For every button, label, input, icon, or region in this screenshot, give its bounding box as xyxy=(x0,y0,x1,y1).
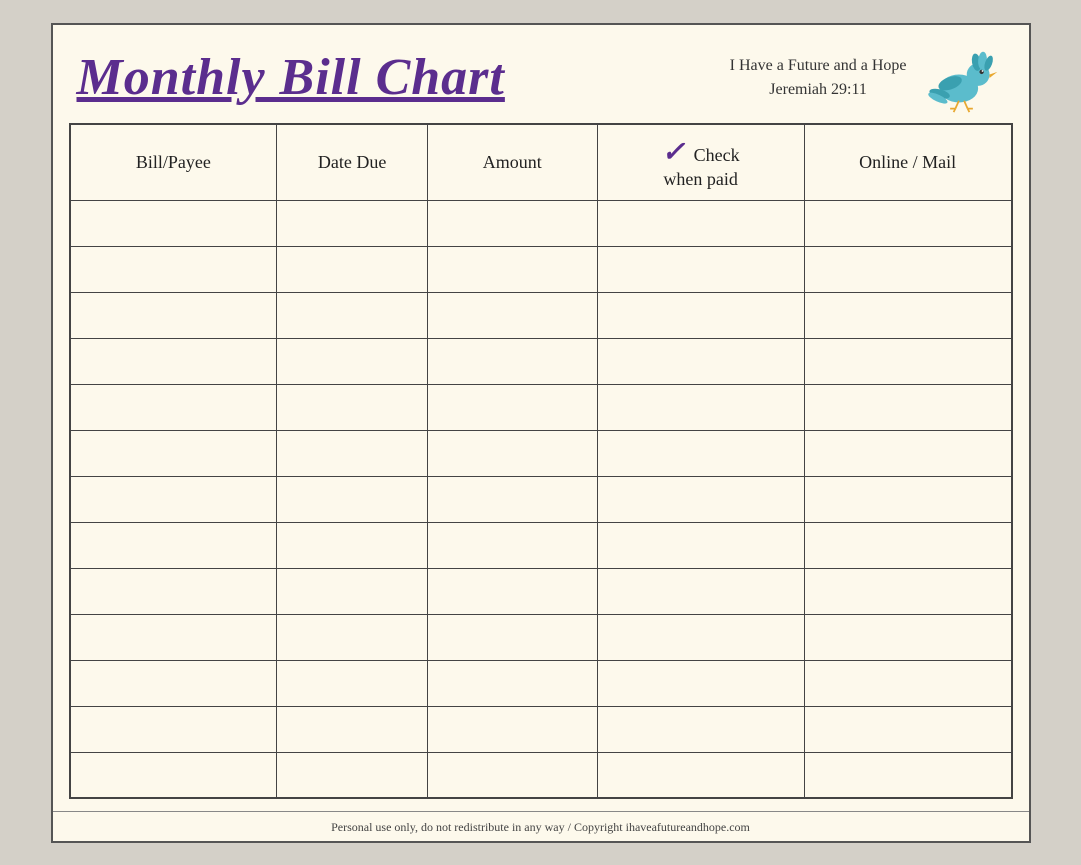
table-cell[interactable] xyxy=(597,384,804,430)
table-cell[interactable] xyxy=(427,706,597,752)
col-header-amount: Amount xyxy=(427,124,597,201)
table-cell[interactable] xyxy=(804,614,1011,660)
table-cell[interactable] xyxy=(427,660,597,706)
table-cell[interactable] xyxy=(427,246,597,292)
col-header-online: Online / Mail xyxy=(804,124,1011,201)
table-row xyxy=(70,706,1012,752)
table-cell[interactable] xyxy=(427,292,597,338)
table-cell[interactable] xyxy=(597,292,804,338)
table-cell[interactable] xyxy=(804,246,1011,292)
table-cell[interactable] xyxy=(427,200,597,246)
table-cell[interactable] xyxy=(804,430,1011,476)
table-row xyxy=(70,384,1012,430)
table-row xyxy=(70,292,1012,338)
table-cell[interactable] xyxy=(804,384,1011,430)
table-row xyxy=(70,246,1012,292)
table-cell[interactable] xyxy=(70,384,277,430)
table-cell[interactable] xyxy=(70,200,277,246)
table-cell[interactable] xyxy=(70,660,277,706)
table-cell[interactable] xyxy=(277,200,428,246)
table-cell[interactable] xyxy=(277,706,428,752)
table-cell[interactable] xyxy=(277,246,428,292)
table-cell[interactable] xyxy=(427,568,597,614)
table-cell[interactable] xyxy=(804,292,1011,338)
table-cell[interactable] xyxy=(427,338,597,384)
check-mark-icon: ✓ xyxy=(662,137,685,168)
table-cell[interactable] xyxy=(804,338,1011,384)
table-cell[interactable] xyxy=(70,752,277,798)
table-cell[interactable] xyxy=(277,338,428,384)
table-cell[interactable] xyxy=(277,614,428,660)
table-cell[interactable] xyxy=(277,568,428,614)
table-cell[interactable] xyxy=(597,430,804,476)
table-row xyxy=(70,522,1012,568)
table-cell[interactable] xyxy=(427,430,597,476)
col-header-check: ✓ Checkwhen paid xyxy=(597,124,804,201)
table-cell[interactable] xyxy=(597,614,804,660)
table-cell[interactable] xyxy=(70,246,277,292)
table-cell[interactable] xyxy=(804,200,1011,246)
table-row xyxy=(70,476,1012,522)
table-row xyxy=(70,200,1012,246)
col-header-bill: Bill/Payee xyxy=(70,124,277,201)
table-cell[interactable] xyxy=(277,522,428,568)
table-cell[interactable] xyxy=(277,752,428,798)
table-row xyxy=(70,338,1012,384)
table-cell[interactable] xyxy=(70,614,277,660)
page-title: Monthly Bill Chart xyxy=(77,48,505,107)
table-cell[interactable] xyxy=(277,292,428,338)
table-cell[interactable] xyxy=(277,384,428,430)
table-cell[interactable] xyxy=(804,752,1011,798)
table-cell[interactable] xyxy=(597,338,804,384)
table-cell[interactable] xyxy=(804,522,1011,568)
table-cell[interactable] xyxy=(597,246,804,292)
table-cell[interactable] xyxy=(427,614,597,660)
table-cell[interactable] xyxy=(427,522,597,568)
tagline: I Have a Future and a Hope Jeremiah 29:1… xyxy=(730,54,907,102)
table-cell[interactable] xyxy=(427,476,597,522)
table-row xyxy=(70,430,1012,476)
table-cell[interactable] xyxy=(597,660,804,706)
table-row xyxy=(70,752,1012,798)
table-cell[interactable] xyxy=(597,522,804,568)
table-cell[interactable] xyxy=(70,706,277,752)
table-cell[interactable] xyxy=(70,430,277,476)
table-cell[interactable] xyxy=(804,568,1011,614)
footer-text: Personal use only, do not redistribute i… xyxy=(331,820,750,834)
table-cell[interactable] xyxy=(277,430,428,476)
bill-table: Bill/Payee Date Due Amount ✓ Checkwhen p… xyxy=(69,123,1013,800)
table-cell[interactable] xyxy=(70,522,277,568)
table-cell[interactable] xyxy=(597,568,804,614)
table-body xyxy=(70,200,1012,798)
footer: Personal use only, do not redistribute i… xyxy=(53,811,1029,841)
col-header-date: Date Due xyxy=(277,124,428,201)
page: Monthly Bill Chart I Have a Future and a… xyxy=(51,23,1031,843)
table-cell[interactable] xyxy=(597,200,804,246)
table-cell[interactable] xyxy=(427,752,597,798)
table-cell[interactable] xyxy=(804,706,1011,752)
table-row xyxy=(70,660,1012,706)
table-wrapper: Bill/Payee Date Due Amount ✓ Checkwhen p… xyxy=(53,123,1029,803)
table-cell[interactable] xyxy=(70,292,277,338)
table-header-row: Bill/Payee Date Due Amount ✓ Checkwhen p… xyxy=(70,124,1012,201)
table-cell[interactable] xyxy=(597,476,804,522)
header-right: I Have a Future and a Hope Jeremiah 29:1… xyxy=(730,43,1005,113)
table-row xyxy=(70,614,1012,660)
table-cell[interactable] xyxy=(804,476,1011,522)
table-cell[interactable] xyxy=(70,476,277,522)
header: Monthly Bill Chart I Have a Future and a… xyxy=(53,25,1029,123)
table-cell[interactable] xyxy=(70,338,277,384)
table-cell[interactable] xyxy=(427,384,597,430)
table-cell[interactable] xyxy=(597,752,804,798)
table-cell[interactable] xyxy=(277,476,428,522)
table-cell[interactable] xyxy=(804,660,1011,706)
bird-icon xyxy=(925,43,1005,113)
table-cell[interactable] xyxy=(70,568,277,614)
table-row xyxy=(70,568,1012,614)
table-cell[interactable] xyxy=(277,660,428,706)
table-cell[interactable] xyxy=(597,706,804,752)
